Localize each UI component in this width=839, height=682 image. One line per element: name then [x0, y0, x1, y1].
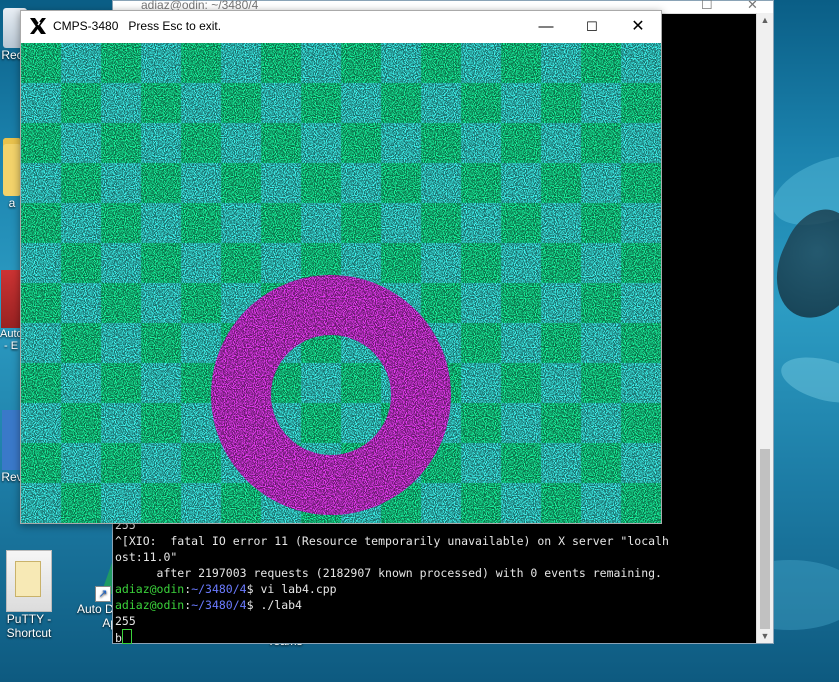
terminal-line: ost:11.0" [115, 550, 178, 564]
prompt-path: ~/3480/4 [191, 598, 247, 612]
desktop-icon-putty[interactable]: PuTTY - Shortcut [0, 550, 58, 640]
terminal-scrollbar[interactable]: ▲ ▼ [756, 13, 773, 643]
autocad-icon [1, 270, 21, 328]
prompt-user: adiaz@odin [115, 582, 185, 596]
x-window-title: CMPS-3480 Press Esc to exit. [53, 19, 221, 33]
exit-hint: Press Esc to exit. [128, 19, 222, 33]
minimize-icon[interactable]: — [523, 15, 569, 39]
x-window[interactable]: CMPS-3480 Press Esc to exit. — ☐ ✕ [20, 10, 662, 524]
program-output: 255 [115, 614, 136, 628]
terminal-line: after 2197003 requests (2182907 known pr… [115, 566, 662, 580]
terminal-output[interactable]: 255 ^[XIO: fatal IO error 11 (Resource t… [115, 517, 755, 646]
maximize-icon[interactable]: ☐ [569, 15, 615, 39]
revit-icon [2, 410, 22, 470]
maximize-icon[interactable]: ☐ [701, 0, 713, 13]
noise-speckle [21, 43, 661, 523]
text-cursor [121, 629, 132, 644]
x11-logo-icon [30, 18, 46, 34]
water-ripple [776, 349, 839, 411]
prompt-path: ~/3480/4 [191, 582, 247, 596]
command-text: vi lab4.cpp [253, 582, 337, 596]
render-canvas[interactable] [21, 43, 661, 523]
close-icon[interactable]: ✕ [747, 0, 758, 13]
command-text: ./lab4 [253, 598, 302, 612]
desktop-icon-autocad[interactable]: AutoC - E [0, 270, 31, 352]
shortcut-arrow-icon: ↗ [95, 586, 111, 602]
app-name: CMPS-3480 [53, 19, 119, 33]
prompt-user: adiaz@odin [115, 598, 185, 612]
close-icon[interactable]: ✕ [615, 15, 661, 39]
current-input[interactable]: b [115, 631, 122, 645]
x-window-titlebar[interactable]: CMPS-3480 Press Esc to exit. — ☐ ✕ [21, 11, 661, 43]
desktop-icon-label: a [8, 196, 16, 210]
scroll-up-icon[interactable]: ▲ [757, 15, 773, 25]
desktop-icon-label: PuTTY - Shortcut [6, 612, 52, 640]
scroll-thumb[interactable] [760, 449, 770, 629]
folder-icon [3, 138, 21, 196]
desktop-icon-label: AutoC - E [0, 328, 31, 352]
terminal-line: ^[XIO: fatal IO error 11 (Resource tempo… [115, 534, 669, 548]
putty-icon [6, 550, 52, 612]
scroll-down-icon[interactable]: ▼ [757, 631, 773, 641]
